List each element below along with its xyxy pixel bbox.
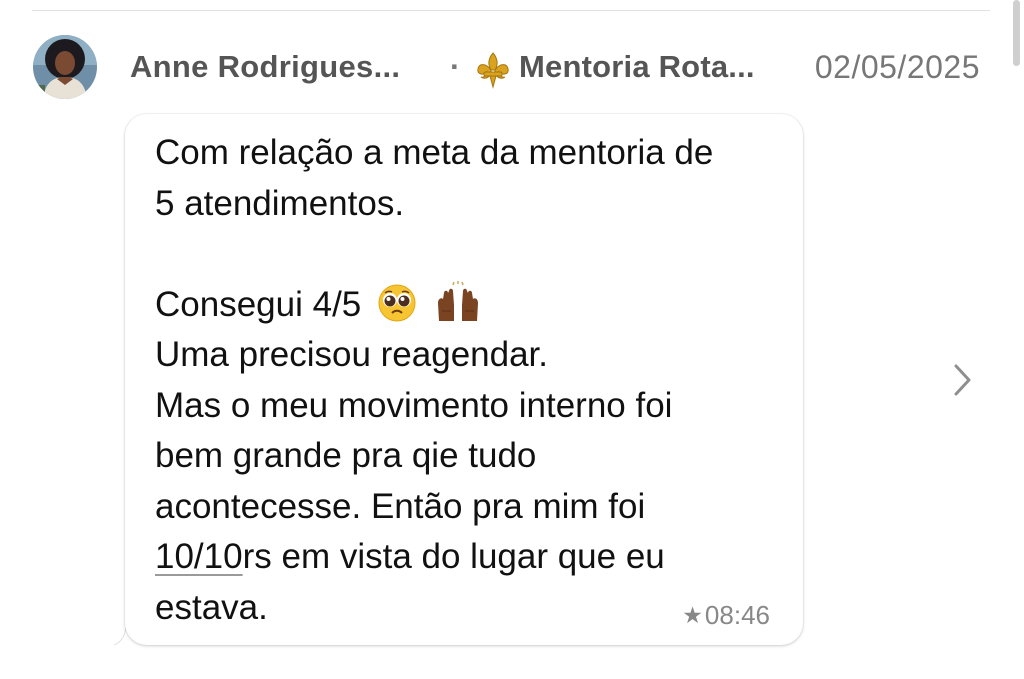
message-line: 10/10rs em vista do lugar que eu (155, 532, 775, 583)
chevron-right-icon[interactable] (952, 362, 974, 398)
message-line: acontecesse. Então pra mim foi (155, 482, 775, 533)
raising-hands-emoji (433, 280, 483, 338)
message-line: Consegui 4/5 (155, 280, 775, 331)
star-icon: ★ (682, 602, 703, 628)
message-line: Com relação a meta da mentoria de (155, 133, 714, 172)
message-line-text: acontecesse. Então pra mim foi (155, 486, 646, 526)
message-header: Anne Rodrigues... · Mentoria Rota... 02/… (130, 45, 980, 89)
top-divider (32, 10, 990, 11)
pleading-face-emoji (377, 283, 417, 338)
fleur-de-lis-icon (477, 52, 509, 89)
message-line: bem grande pra qie tudo (155, 436, 537, 475)
avatar-image (33, 35, 97, 99)
message-line-text: rs em vista do lugar que eu (242, 537, 665, 576)
sender-name[interactable]: Anne Rodrigues... (130, 49, 400, 85)
group-name[interactable]: Mentoria Rota... (519, 49, 755, 85)
message-line: Mas o meu movimento interno foi (155, 385, 673, 425)
message-line-blank (155, 229, 775, 280)
score-link[interactable]: 10/10 (155, 537, 243, 576)
message-line: 5 atendimentos. (155, 183, 405, 223)
message-line: Uma precisou reagendar. (155, 335, 548, 374)
avatar[interactable] (33, 35, 97, 99)
message-line-text: Consegui 4/5 (155, 284, 362, 324)
message-date: 02/05/2025 (814, 49, 980, 85)
separator-dot: · (450, 49, 461, 84)
message-time: 08:46 (704, 600, 770, 630)
message-meta: ★ 08:46 (682, 600, 770, 631)
scroll-indicator[interactable] (1013, 0, 1020, 66)
message-text: Com relação a meta da mentoria de 5 aten… (155, 128, 775, 633)
